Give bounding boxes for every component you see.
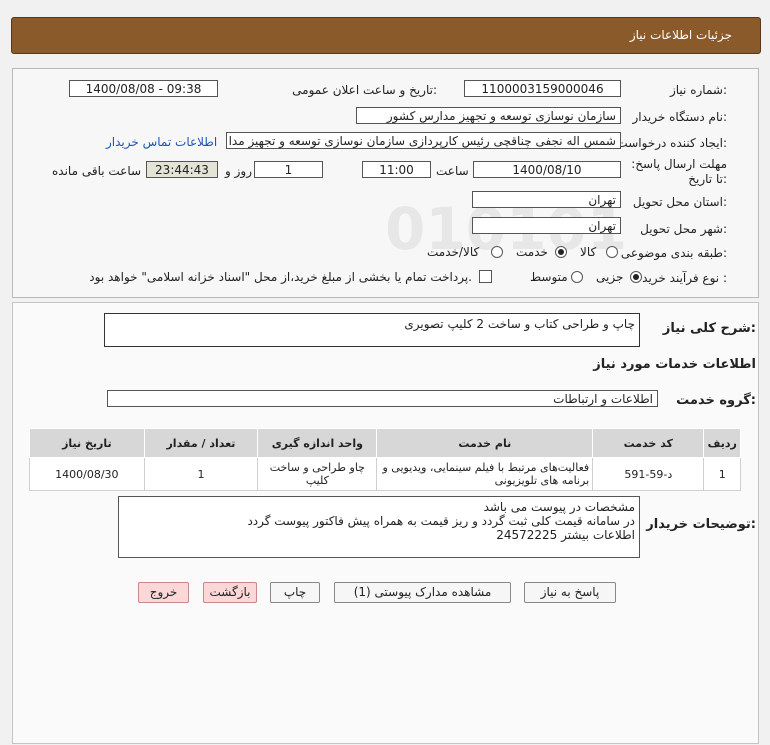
time-remaining-field: 23:44:43 <box>146 161 218 178</box>
category-radio-goods[interactable] <box>606 246 618 258</box>
services-heading: اطلاعات خدمات مورد نیاز <box>593 357 756 372</box>
buyer-notes-field: مشخصات در پیوست می باشد در سامانه قیمت ک… <box>118 496 640 558</box>
category-radio-goods-service[interactable] <box>491 246 503 258</box>
province-label: استان محل تحویل: <box>632 195 727 209</box>
process-option-minor: جزیی <box>596 270 624 284</box>
exit-button[interactable]: خروج <box>138 582 189 603</box>
col-date-header: تاریخ نیاز <box>29 428 145 458</box>
buyer-notes-line: اطلاعات بیشتر 24572225 <box>496 528 635 542</box>
col-code-header: کد خدمت <box>592 428 705 458</box>
buyer-field: سازمان نوسازی توسعه و تجهیز مدارس کشور <box>356 107 621 124</box>
service-group-label: گروه خدمت: <box>676 393 756 408</box>
treasury-payment-note: پرداخت تمام یا بخشی از مبلغ خرید،از محل … <box>89 270 472 284</box>
print-button[interactable]: چاپ <box>270 582 320 603</box>
row-number-cell: 1 <box>703 457 741 491</box>
process-label: نوع فرآیند خرید : <box>642 271 727 285</box>
buyer-contact-link[interactable]: اطلاعات تماس خریدار <box>106 135 217 149</box>
buyer-notes-line: در سامانه قیمت کلی ثبت گردد و ریز قیمت ب… <box>247 514 635 528</box>
general-description-label: شرح کلی نیاز: <box>662 321 756 336</box>
buyer-label: نام دستگاه خریدار: <box>632 110 728 124</box>
need-number-field: 1100003159000046 <box>464 80 621 97</box>
deadline-time-field: 11:00 <box>362 161 431 178</box>
page-header: جزئیات اطلاعات نیاز <box>11 17 761 54</box>
col-name-header: نام خدمت <box>376 428 594 458</box>
need-date-cell: 1400/08/30 <box>29 457 145 491</box>
reply-button[interactable]: پاسخ به نیاز <box>524 582 616 603</box>
creator-field: شمس اله نجفی چناقچی رئیس کارپردازی سازما… <box>226 132 621 149</box>
announce-datetime-field: 1400/08/08 - 09:38 <box>69 80 218 97</box>
city-label: شهر محل تحویل: <box>640 222 727 236</box>
unit-cell: چاو طراحی و ساخت کلیپ <box>257 457 378 491</box>
back-button[interactable]: بازگشت <box>203 582 257 603</box>
process-radio-minor[interactable] <box>630 271 642 283</box>
service-name-cell: فعالیت‌های مرتبط با فیلم سینمایی، ویدیوی… <box>376 457 594 491</box>
col-row-header: ردیف <box>703 428 741 458</box>
days-remaining-field: 1 <box>254 161 323 178</box>
service-group-field: اطلاعات و ارتباطات <box>107 390 658 407</box>
service-code-cell: د-59-591 <box>592 457 705 491</box>
need-number-label: شماره نیاز: <box>669 83 727 97</box>
quantity-cell: 1 <box>143 457 259 491</box>
deadline-date-field: 1400/08/10 <box>473 161 621 178</box>
announce-label: تاریخ و ساعت اعلان عمومی: <box>292 83 437 97</box>
table-row: 1 د-59-591 فعالیت‌های مرتبط با فیلم سینم… <box>29 457 741 491</box>
page-title: جزئیات اطلاعات نیاز <box>629 28 732 42</box>
services-table-header: ردیف کد خدمت نام خدمت واحد اندازه گیری ت… <box>29 428 741 458</box>
category-option-service: خدمت <box>516 245 548 259</box>
view-attachments-button[interactable]: مشاهده مدارک پیوستی (1) <box>334 582 511 603</box>
deadline-label: مهلت ارسال پاسخ: تا تاریخ: <box>631 157 727 186</box>
buyer-notes-line: مشخصات در پیوست می باشد <box>483 500 635 514</box>
col-unit-header: واحد اندازه گیری <box>257 428 378 458</box>
col-quantity-header: تعداد / مقدار <box>143 428 259 458</box>
days-label: روز و <box>225 164 252 178</box>
category-label: طبقه بندی موضوعی: <box>620 246 727 260</box>
deadline-time-label: ساعت <box>436 164 469 178</box>
category-option-goods-service: کالا/خدمت <box>427 245 480 259</box>
city-field: تهران <box>472 217 621 234</box>
category-radio-service[interactable] <box>555 246 567 258</box>
time-remaining-label: ساعت باقی مانده <box>52 164 142 178</box>
services-table: ردیف کد خدمت نام خدمت واحد اندازه گیری ت… <box>29 428 741 491</box>
province-field: تهران <box>472 191 621 208</box>
category-option-goods: کالا <box>580 245 597 259</box>
creator-label: ایجاد کننده درخواست: <box>616 136 727 150</box>
general-description-field: چاپ و طراحی کتاب و ساخت 2 کلیپ تصویری <box>104 313 640 347</box>
process-radio-medium[interactable] <box>571 271 583 283</box>
process-option-medium: متوسط <box>530 270 568 284</box>
treasury-payment-checkbox[interactable] <box>479 270 492 283</box>
buyer-notes-label: توضیحات خریدار: <box>646 517 756 532</box>
